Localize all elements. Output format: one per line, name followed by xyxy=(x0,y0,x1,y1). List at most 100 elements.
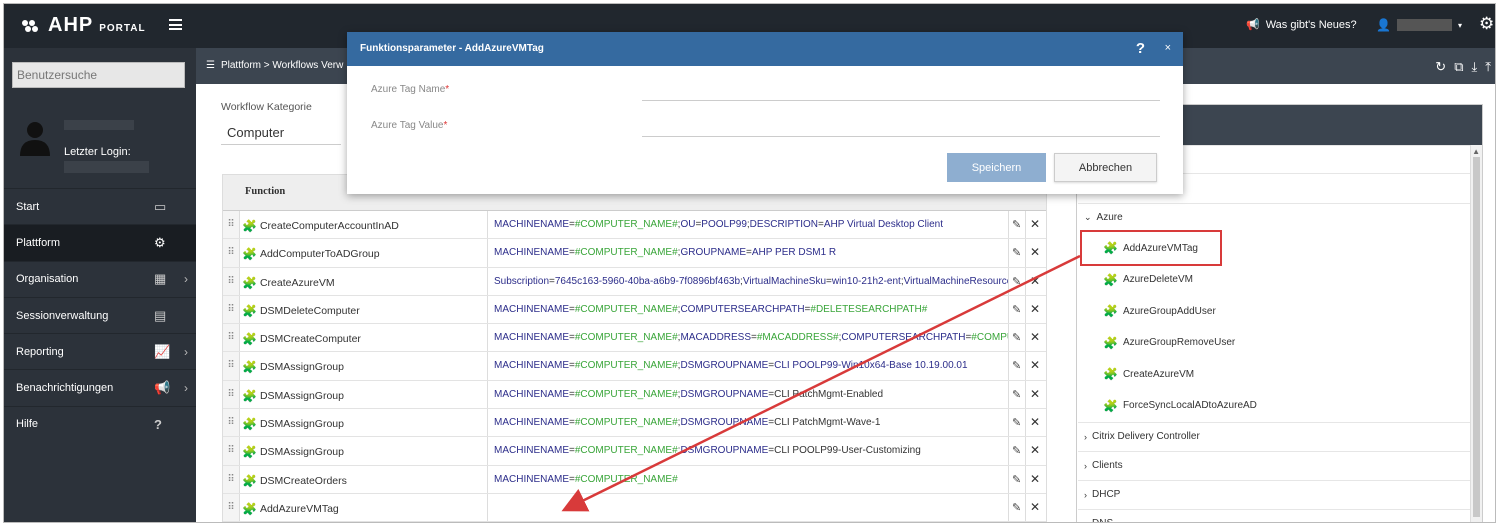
delete-icon[interactable]: ✕ xyxy=(1030,387,1040,401)
tree-group[interactable]: › Citrix Delivery Controller xyxy=(1078,422,1470,450)
edit-icon[interactable]: ✎ xyxy=(1012,331,1021,344)
field-label-text: Azure Tag Name xyxy=(371,84,446,95)
tree-group[interactable]: › Clients xyxy=(1078,451,1470,479)
save-button[interactable]: Speichern xyxy=(947,153,1046,182)
drag-handle-icon[interactable]: ⠿ xyxy=(223,324,240,352)
tree-group-label: Azure xyxy=(1096,212,1123,223)
param-token: #MACADDRESS# xyxy=(756,332,839,344)
panel-scrollbar[interactable] xyxy=(1470,145,1482,522)
edit-icon[interactable]: ✎ xyxy=(1012,501,1021,514)
user-menu[interactable]: 👤 ▾ xyxy=(1376,18,1462,32)
edit-icon[interactable]: ✎ xyxy=(1012,388,1021,401)
megaphone-icon: 📢 xyxy=(154,380,171,396)
drag-handle-icon[interactable]: ⠿ xyxy=(223,437,240,465)
parameter-cell: MACHINENAME=#COMPUTER_NAME#;DSMGROUPNAME… xyxy=(487,437,1009,465)
tree-item[interactable]: 🧩 CreateAzureVM xyxy=(1103,367,1194,381)
download-icon[interactable]: ⤓ xyxy=(1472,59,1478,75)
drag-handle-icon[interactable]: ⠿ xyxy=(223,465,240,493)
tree-group[interactable]: ⌄ Azure xyxy=(1078,203,1470,231)
scroll-up-icon[interactable]: ▲ xyxy=(1472,147,1480,156)
table-row[interactable]: ⠿ 🧩 DSMAssignGroup MACHINENAME=#COMPUTER_NA… xyxy=(223,409,1046,438)
tree-item[interactable]: 🧩 ForceSyncLocalADtoAzureAD xyxy=(1103,399,1257,413)
edit-icon[interactable]: ✎ xyxy=(1012,473,1021,486)
table-row[interactable]: ⠿ 🧩 CreateComputerAccountInAD MACHINENAME=#… xyxy=(223,211,1046,240)
tree-group[interactable]: › DNS xyxy=(1078,509,1470,522)
edit-icon[interactable]: ✎ xyxy=(1012,359,1021,372)
drag-handle-icon[interactable]: ⠿ xyxy=(223,380,240,409)
edit-icon[interactable]: ✎ xyxy=(1012,444,1021,457)
delete-icon[interactable]: ✕ xyxy=(1030,217,1040,231)
drag-handle-icon[interactable]: ⠿ xyxy=(223,211,240,239)
drag-handle-icon[interactable]: ⠿ xyxy=(223,493,240,522)
user-search-input[interactable]: Benutzersuche xyxy=(12,62,185,88)
delete-icon[interactable]: ✕ xyxy=(1030,330,1040,344)
tree-item[interactable]: 🧩 AzureGroupAddUser xyxy=(1103,304,1216,318)
refresh-icon[interactable]: ↻ xyxy=(1435,59,1446,75)
tree-group[interactable]: › DHCP xyxy=(1078,480,1470,508)
delete-icon[interactable]: ✕ xyxy=(1030,358,1040,372)
edit-icon[interactable]: ✎ xyxy=(1012,218,1021,231)
drag-handle-icon[interactable]: ⠿ xyxy=(223,239,240,267)
param-token: MACHINENAME xyxy=(494,219,570,230)
tree-group-label: DNS xyxy=(1092,518,1113,522)
tree-item[interactable]: 🧩 AzureGroupRemoveUser xyxy=(1103,336,1235,350)
table-row[interactable]: ⠿ 🧩 DSMCreateComputer MACHINENAME=#COMPUTER… xyxy=(223,324,1046,353)
param-token: MACHINENAME xyxy=(494,360,570,372)
nav-item-reporting[interactable]: Reporting 📈 › xyxy=(4,333,196,369)
param-token: #COMPUTER_NAME# xyxy=(574,445,678,457)
nav-item-start[interactable]: Start ▭ xyxy=(4,188,196,224)
table-row[interactable]: ⠿ 🧩 DSMDeleteComputer MACHINENAME=#COMPUTER… xyxy=(223,295,1046,325)
table-row[interactable]: ⠿ 🧩 AddComputerToADGroup MACHINENAME=#COMPU… xyxy=(223,239,1046,268)
edit-icon[interactable]: ✎ xyxy=(1012,246,1021,259)
column-header-function[interactable]: Function xyxy=(245,186,285,197)
breadcrumb-text[interactable]: Plattform > Workflows Verw xyxy=(221,60,343,71)
drag-handle-icon[interactable]: ⠿ xyxy=(223,352,240,380)
workflow-category-select[interactable]: Computer xyxy=(221,117,341,145)
tree-item-label: CreateAzureVM xyxy=(1122,368,1195,380)
table-row[interactable]: ⠿ 🧩 AddAzureVMTag ✎ ✕ xyxy=(223,493,1046,522)
gear-icon[interactable]: ⚙ xyxy=(1479,14,1494,34)
company-name-redacted xyxy=(64,120,134,130)
table-row[interactable]: ⠿ 🧩 DSMAssignGroup MACHINENAME=#COMPUTER_NA… xyxy=(223,437,1046,466)
menu-toggle-icon[interactable] xyxy=(169,19,182,30)
table-row[interactable]: ⠿ 🧩 DSMAssignGroup MACHINENAME=#COMPUTER_NA… xyxy=(223,380,1046,410)
close-icon[interactable]: × xyxy=(1165,42,1171,54)
nav-item-organisation[interactable]: Organisation ▦ › xyxy=(4,260,196,297)
param-token: #COMPUTER_NAME# xyxy=(574,473,678,485)
logo[interactable]: AHP PORTAL xyxy=(22,14,146,37)
news-link[interactable]: 📢 Was gibt's Neues? xyxy=(1246,18,1357,32)
function-name: DSMDeleteComputer xyxy=(259,304,360,317)
copy-icon[interactable]: ⧉ xyxy=(1454,59,1463,75)
tree-item[interactable]: 🧩 AzureDeleteVM xyxy=(1103,273,1193,287)
delete-icon[interactable]: ✕ xyxy=(1030,302,1040,316)
nav-item-plattform[interactable]: Plattform ⚙ xyxy=(4,224,196,261)
delete-icon[interactable]: ✕ xyxy=(1030,472,1040,486)
delete-icon[interactable]: ✕ xyxy=(1030,415,1040,429)
puzzle-icon: 🧩 xyxy=(1103,367,1118,381)
cancel-button[interactable]: Abbrechen xyxy=(1054,153,1157,182)
azure-tag-value-input[interactable] xyxy=(642,136,1160,137)
table-row[interactable]: ⠿ 🧩 DSMAssignGroup MACHINENAME=#COMPUTER_NA… xyxy=(223,352,1046,381)
table-row[interactable]: ⠿ 🧩 DSMCreateOrders MACHINENAME=#COMPUTER_N… xyxy=(223,465,1046,494)
delete-icon[interactable]: ✕ xyxy=(1030,274,1040,288)
drag-handle-icon[interactable]: ⠿ xyxy=(223,409,240,437)
nav-item-hilfe[interactable]: Hilfe? xyxy=(4,405,196,442)
delete-icon[interactable]: ✕ xyxy=(1030,245,1040,259)
azure-tag-name-input[interactable] xyxy=(642,100,1160,101)
edit-icon[interactable]: ✎ xyxy=(1012,416,1021,429)
nav-item-sessionverwaltung[interactable]: Sessionverwaltung ▤ xyxy=(4,296,196,333)
nav-item-benachrichtigungen[interactable]: Benachrichtigungen 📢 › xyxy=(4,369,196,405)
table-row[interactable]: ⠿ 🧩 CreateAzureVM Subscription=7645c163-596… xyxy=(223,267,1046,296)
drag-handle-icon[interactable]: ⠿ xyxy=(223,267,240,295)
delete-icon[interactable]: ✕ xyxy=(1030,500,1040,514)
edit-icon[interactable]: ✎ xyxy=(1012,275,1021,288)
param-token: MACADDRESS xyxy=(680,332,752,344)
help-icon[interactable]: ? xyxy=(1136,40,1145,57)
drag-handle-icon[interactable]: ⠿ xyxy=(223,295,240,324)
function-name: DSMCreateOrders xyxy=(259,474,347,487)
tree-item-label: AzureGroupRemoveUser xyxy=(1122,337,1236,348)
parameter-cell: MACHINENAME=#COMPUTER_NAME#;GROUPNAME=AH… xyxy=(487,239,1009,267)
upload-icon[interactable]: ⤒ xyxy=(1485,59,1491,75)
edit-icon[interactable]: ✎ xyxy=(1012,303,1021,316)
delete-icon[interactable]: ✕ xyxy=(1030,443,1040,457)
